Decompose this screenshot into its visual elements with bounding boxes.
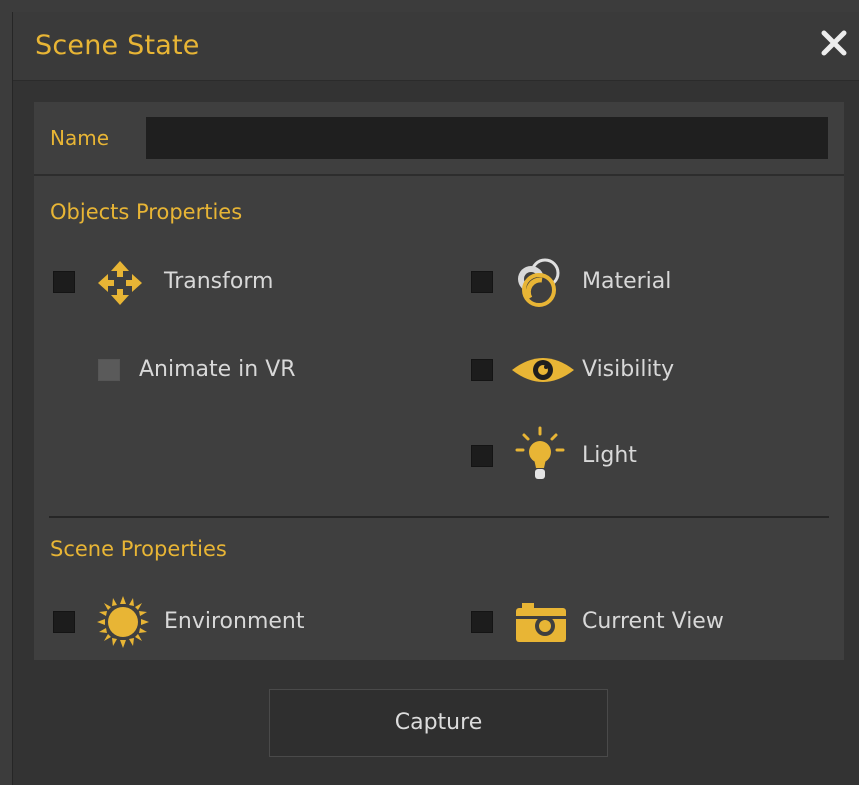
name-label: Name	[50, 126, 110, 150]
material-checkbox[interactable]	[471, 271, 493, 293]
eye-icon	[512, 358, 574, 382]
light-label: Light	[582, 443, 637, 468]
section-divider	[49, 516, 829, 518]
move-arrows-icon	[98, 261, 142, 305]
objects-properties-title: Objects Properties	[50, 200, 243, 224]
close-icon[interactable]	[817, 26, 851, 60]
visibility-checkbox[interactable]	[471, 359, 493, 381]
material-spheres-icon	[518, 258, 560, 307]
name-input[interactable]	[146, 117, 828, 159]
dialog-title: Scene State	[35, 30, 200, 61]
sun-icon	[97, 596, 149, 648]
light-checkbox[interactable]	[471, 445, 493, 467]
dialog-titlebar: Scene State	[13, 12, 859, 81]
current-view-checkbox[interactable]	[471, 611, 493, 633]
lightbulb-icon	[515, 426, 565, 479]
environment-label: Environment	[164, 609, 305, 634]
transform-checkbox[interactable]	[53, 271, 75, 293]
environment-checkbox[interactable]	[53, 611, 75, 633]
scene-properties-title: Scene Properties	[50, 537, 227, 561]
properties-panel: Name Objects Properties Transform Materi…	[34, 102, 844, 660]
camera-icon	[514, 603, 568, 642]
current-view-label: Current View	[582, 609, 724, 634]
name-row: Name	[34, 102, 844, 176]
scene-state-dialog: Scene State Name Objects Properties Tran…	[12, 12, 859, 785]
transform-label: Transform	[164, 269, 274, 294]
material-label: Material	[582, 269, 672, 294]
animate-in-vr-label: Animate in VR	[139, 357, 296, 382]
animate-in-vr-checkbox[interactable]	[98, 359, 120, 381]
visibility-label: Visibility	[582, 357, 675, 382]
capture-button[interactable]: Capture	[269, 689, 608, 757]
